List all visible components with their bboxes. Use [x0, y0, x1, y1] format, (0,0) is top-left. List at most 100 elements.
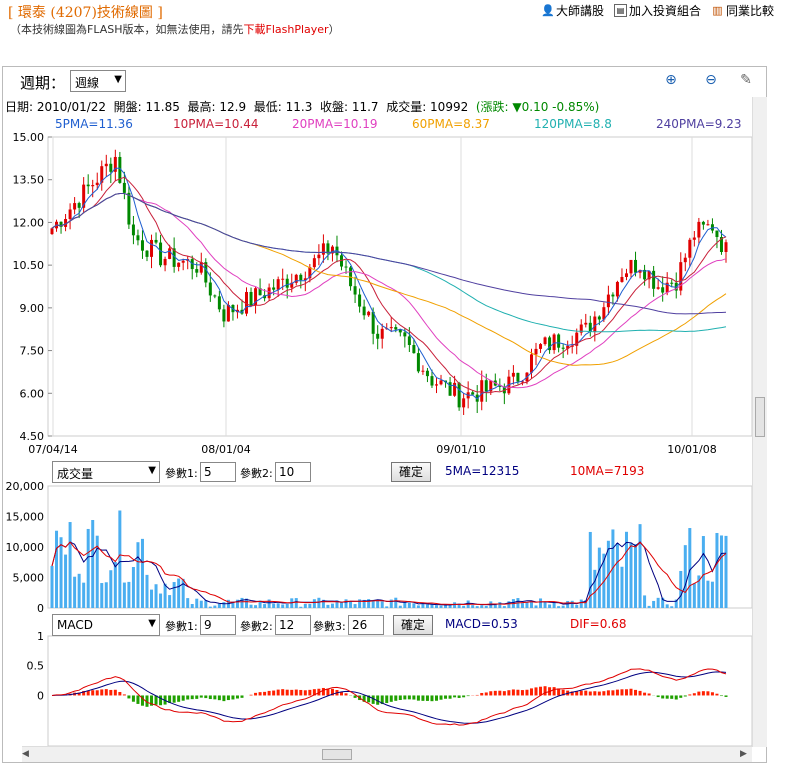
- vol-param2-input[interactable]: 10: [275, 462, 311, 482]
- macd-param2-label: 參數2:: [240, 620, 273, 633]
- candle-body: [421, 370, 425, 372]
- horizontal-scroll-thumb[interactable]: [322, 749, 352, 760]
- volume-bar: [394, 597, 398, 608]
- macd-histogram-bar: [602, 691, 606, 696]
- candle-body: [706, 224, 710, 226]
- candle-body: [484, 380, 488, 392]
- volume-bar: [385, 606, 389, 608]
- candle-body: [615, 281, 619, 297]
- scroll-left-icon[interactable]: ◀: [22, 749, 32, 759]
- macd-histogram-bar: [457, 695, 461, 698]
- volume-bar: [710, 581, 714, 608]
- volume-bar: [186, 598, 190, 608]
- macd-histogram-bar: [394, 695, 398, 701]
- macd-histogram-bar: [674, 695, 678, 700]
- candle-body: [50, 228, 54, 235]
- volume-bar: [285, 603, 289, 608]
- volume-bar: [425, 604, 429, 608]
- macd-histogram-bar: [344, 693, 348, 696]
- macd-histogram-bar: [195, 695, 199, 699]
- price-plot-area: [47, 136, 753, 437]
- candle-body: [267, 287, 271, 299]
- vertical-scrollbar[interactable]: [752, 97, 767, 747]
- macd-param3-input[interactable]: 26: [348, 615, 384, 635]
- candle-body: [140, 240, 144, 251]
- volume-bar: [55, 530, 59, 608]
- macd-histogram-bar: [434, 695, 438, 701]
- macd-histogram-bar: [285, 689, 289, 696]
- macd-param1-input[interactable]: 9: [200, 615, 236, 635]
- candle-body: [701, 221, 705, 225]
- macd-histogram-bar: [109, 689, 113, 696]
- macd-histogram-bar: [290, 689, 294, 696]
- volume-bar: [131, 567, 135, 608]
- macd-histogram-bar: [529, 688, 533, 696]
- price-axis-label: 7.50: [20, 345, 45, 358]
- macd-histogram-bar: [213, 695, 217, 700]
- candle-body: [543, 337, 547, 345]
- vol-confirm-button[interactable]: 確定: [391, 462, 431, 482]
- macd-histogram-bar: [159, 695, 163, 706]
- vol-param1-input[interactable]: 5: [200, 462, 236, 482]
- macd-histogram-bar: [706, 691, 710, 696]
- volume-bar: [154, 584, 158, 608]
- macd-histogram-bar: [661, 695, 665, 699]
- volume-bar: [480, 605, 484, 608]
- macd-histogram-bar: [95, 690, 99, 696]
- volume-bar: [575, 605, 579, 608]
- candle-body: [439, 380, 443, 385]
- macd-histogram-bar: [498, 690, 502, 696]
- macd-param3-label: 參數3:: [313, 620, 346, 633]
- candle-body: [208, 282, 212, 296]
- volume-bar: [263, 604, 267, 608]
- candle-body: [480, 380, 484, 402]
- candle-body: [195, 269, 199, 273]
- macd-histogram-bar: [398, 695, 402, 701]
- candle-body: [593, 316, 597, 332]
- volume-bar: [548, 604, 552, 608]
- candle-body: [127, 192, 131, 225]
- macd-histogram-bar: [217, 695, 221, 701]
- macd-histogram-bar: [534, 687, 538, 696]
- macd-indicator-select[interactable]: MACD ▼: [52, 614, 160, 636]
- candle-body: [104, 163, 108, 167]
- macd-histogram-bar: [177, 695, 181, 702]
- volume-bar: [403, 602, 407, 608]
- volume-bar: [190, 604, 194, 608]
- macd-histogram-bar: [692, 693, 696, 696]
- macd-histogram-bar: [489, 691, 493, 696]
- candle-body: [611, 294, 615, 297]
- macd-histogram-bar: [620, 689, 624, 696]
- candle-body: [457, 382, 461, 408]
- macd-confirm-button[interactable]: 確定: [393, 615, 433, 635]
- macd-histogram-bar: [91, 690, 95, 696]
- macd-histogram-bar: [697, 691, 701, 696]
- volume-bar: [113, 562, 117, 608]
- candle-body: [150, 239, 154, 257]
- volume-bar: [380, 601, 384, 608]
- volume-bar: [520, 603, 524, 608]
- volume-bar: [254, 605, 258, 608]
- volume-bar: [652, 600, 656, 608]
- volume-bar: [172, 582, 176, 608]
- macd-histogram-bar: [710, 692, 714, 696]
- macd-histogram-bar: [258, 692, 262, 696]
- horizontal-scrollbar[interactable]: ◀ ▶: [22, 746, 752, 762]
- scroll-thumb[interactable]: [755, 397, 765, 437]
- volume-bar: [159, 593, 163, 608]
- macd-histogram-bar: [484, 692, 488, 696]
- volume-indicator-select[interactable]: 成交量 ▼: [52, 461, 160, 483]
- candle-body: [321, 243, 325, 255]
- volume-bar: [344, 599, 348, 608]
- volume-bar: [416, 605, 420, 608]
- dif-value: DIF=0.68: [570, 617, 627, 631]
- volume-bar: [100, 583, 104, 608]
- volume-bar: [195, 598, 199, 608]
- macd-histogram-bar: [520, 690, 524, 696]
- volume-bar: [127, 581, 131, 608]
- macd-histogram-bar: [665, 695, 669, 699]
- macd-param2-input[interactable]: 12: [275, 615, 311, 635]
- scroll-right-icon[interactable]: ▶: [740, 749, 750, 759]
- volume-bar: [638, 524, 642, 608]
- volume-bar: [330, 603, 334, 608]
